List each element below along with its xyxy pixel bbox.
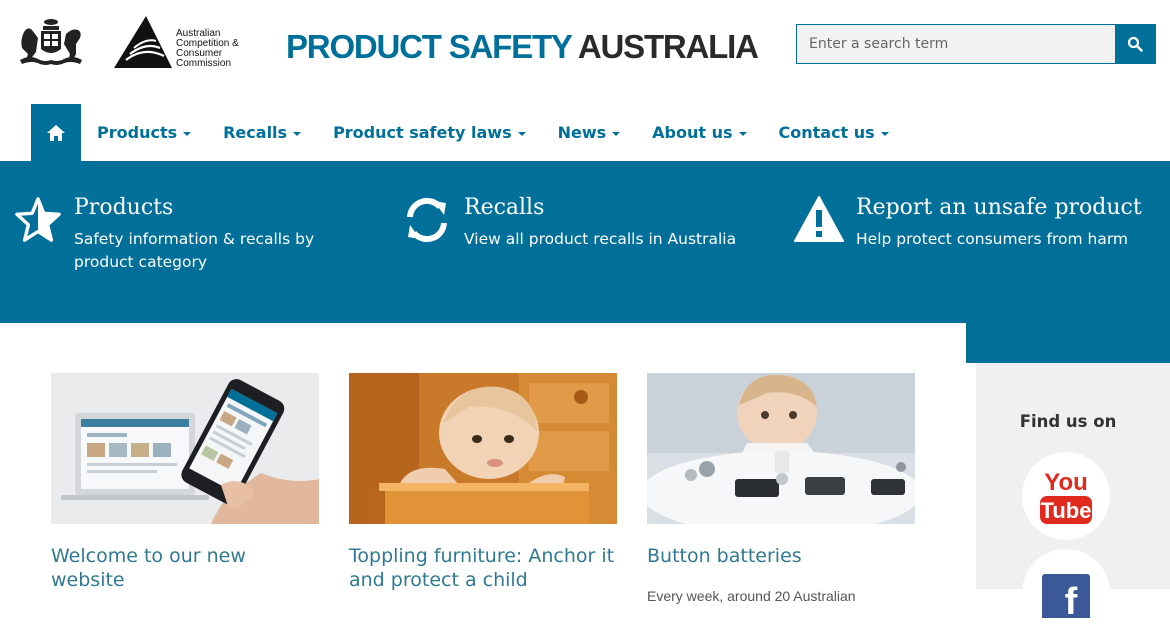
baby-drawer-image	[349, 373, 617, 524]
coat-of-arms-logo[interactable]	[14, 16, 88, 70]
search-input[interactable]	[797, 25, 1115, 63]
home-button[interactable]	[31, 104, 81, 161]
facebook-icon: f	[1042, 574, 1090, 618]
news-card-toppling-furniture[interactable]: Toppling furniture: Anchor it and protec…	[349, 373, 617, 592]
youtube-link[interactable]: You Tube	[1022, 452, 1110, 540]
nav-recalls[interactable]: Recalls	[207, 104, 317, 161]
youtube-icon: You Tube	[1040, 469, 1092, 524]
svg-text:Tube: Tube	[1041, 498, 1092, 523]
card-title: Welcome to our new website	[51, 545, 246, 591]
nav-label: Product safety laws	[333, 123, 512, 142]
nav-products[interactable]: Products	[81, 104, 207, 161]
nav-label: Products	[97, 123, 178, 142]
feature-title: Report an unsafe product	[856, 195, 1142, 220]
news-card-button-batteries[interactable]: Button batteries Every week, around 20 A…	[647, 373, 915, 606]
feature-title: Recalls	[464, 195, 545, 220]
accc-wordmark: Australian Competition & Consumer Commis…	[176, 28, 239, 69]
social-sidebar: Find us on You Tube f	[976, 363, 1170, 637]
card-excerpt: Every week, around 20 Australian	[647, 588, 856, 604]
caret-down-icon	[517, 131, 526, 136]
phone-website-image	[51, 373, 319, 524]
star-icon	[15, 197, 61, 242]
card-title: Toppling furniture: Anchor it and protec…	[349, 545, 615, 591]
search-button[interactable]	[1115, 25, 1155, 63]
svg-text:You: You	[1044, 469, 1088, 496]
warning-icon	[794, 196, 844, 242]
accc-mark-icon	[114, 16, 172, 68]
nav-label: Recalls	[223, 123, 288, 142]
nav-product-safety-laws[interactable]: Product safety laws	[317, 104, 542, 161]
card-title: Button batteries	[647, 545, 802, 567]
nav-about-us[interactable]: About us	[636, 104, 762, 161]
nav-news[interactable]: News	[542, 104, 637, 161]
news-cards-section: Welcome to our new website Toppling furn…	[0, 323, 966, 604]
nav-label: About us	[652, 123, 733, 142]
facebook-link[interactable]: f	[1022, 549, 1110, 637]
nav-label: News	[557, 123, 607, 142]
accc-logo[interactable]: Australian Competition & Consumer Commis…	[114, 16, 254, 70]
feature-description: Safety information & recalls by product …	[74, 230, 315, 271]
nav-contact-us[interactable]: Contact us	[763, 104, 905, 161]
site-title[interactable]: PRODUCT SAFETY AUSTRALIA	[286, 28, 759, 66]
feature-description: Help protect consumers from harm	[856, 230, 1129, 248]
feature-title: Products	[74, 195, 174, 220]
feature-report-unsafe-product[interactable]: Report an unsafe product Help protect co…	[794, 195, 1164, 251]
svg-text:f: f	[1065, 581, 1078, 618]
caret-down-icon	[612, 131, 621, 136]
news-card-welcome[interactable]: Welcome to our new website	[51, 373, 319, 592]
feature-description: View all product recalls in Australia	[464, 230, 737, 248]
caret-down-icon	[738, 131, 747, 136]
site-header: Australian Competition & Consumer Commis…	[0, 0, 1170, 104]
caret-down-icon	[293, 131, 302, 136]
feature-recalls[interactable]: Recalls View all product recalls in Aust…	[402, 195, 762, 251]
home-icon	[47, 124, 65, 141]
refresh-icon	[407, 197, 447, 243]
main-nav: Products Recalls Product safety laws New…	[0, 104, 1170, 161]
nav-label: Contact us	[778, 123, 875, 142]
child-batteries-image	[647, 373, 915, 524]
search-icon	[1127, 36, 1143, 52]
search-form	[796, 24, 1156, 64]
find-us-heading: Find us on	[1019, 412, 1117, 431]
caret-down-icon	[183, 131, 192, 136]
feature-products[interactable]: Products Safety information & recalls by…	[14, 195, 374, 274]
caret-down-icon	[880, 131, 889, 136]
